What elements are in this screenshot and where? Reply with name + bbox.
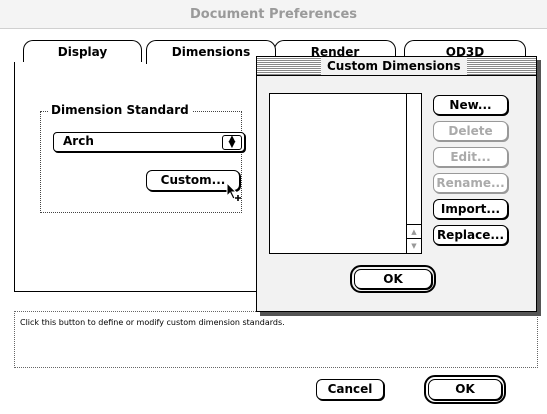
cancel-button[interactable]: Cancel <box>316 379 384 400</box>
dialog-ok-button-label: OK <box>383 272 403 286</box>
new-button[interactable]: New... <box>433 95 508 115</box>
window-titlebar[interactable]: Document Preferences <box>0 0 547 29</box>
mouse-cursor-icon <box>226 182 241 201</box>
scroll-up-arrow-icon[interactable]: ▲ <box>407 224 421 239</box>
import-button-label: Import... <box>440 202 501 216</box>
dialog-ok-button[interactable]: OK <box>350 265 436 293</box>
tab-dimensions-label: Dimensions <box>171 45 251 59</box>
custom-dimensions-list[interactable]: ▲ ▼ <box>269 93 422 254</box>
custom-dimensions-titlebar[interactable]: Custom Dimensions <box>257 57 536 76</box>
rename-button-label: Rename... <box>436 176 505 190</box>
delete-button[interactable]: Delete <box>433 121 508 141</box>
cancel-button-label: Cancel <box>327 382 373 396</box>
rename-button[interactable]: Rename... <box>433 173 508 193</box>
custom-dimensions-title: Custom Dimensions <box>321 57 467 75</box>
dimension-standard-value: Arch <box>63 134 94 148</box>
popup-arrows-icon: ▲ ▼ <box>222 135 242 150</box>
dimension-standard-label: Dimension Standard <box>48 103 192 117</box>
replace-button-label: Replace... <box>436 228 505 242</box>
replace-button[interactable]: Replace... <box>433 225 508 245</box>
ok-button[interactable]: OK <box>424 375 506 404</box>
list-scrollbar[interactable]: ▲ ▼ <box>406 94 421 253</box>
delete-button-label: Delete <box>448 124 493 138</box>
help-text: Click this button to define or modify cu… <box>20 318 285 327</box>
edit-button[interactable]: Edit... <box>433 147 508 167</box>
custom-button-label: Custom... <box>160 173 226 187</box>
tab-display[interactable]: Display <box>23 40 142 63</box>
scroll-down-arrow-icon[interactable]: ▼ <box>407 238 421 253</box>
custom-dimensions-dialog: Custom Dimensions ▲ ▼ New... Delete Edit… <box>256 56 537 312</box>
dimension-standard-popup[interactable]: Arch ▲ ▼ <box>53 132 245 152</box>
ok-button-label: OK <box>455 382 475 396</box>
new-button-label: New... <box>449 98 492 112</box>
edit-button-label: Edit... <box>450 150 491 164</box>
window-title: Document Preferences <box>189 7 357 22</box>
tab-display-label: Display <box>57 45 108 59</box>
import-button[interactable]: Import... <box>433 199 508 219</box>
dimension-standard-group <box>40 111 242 213</box>
